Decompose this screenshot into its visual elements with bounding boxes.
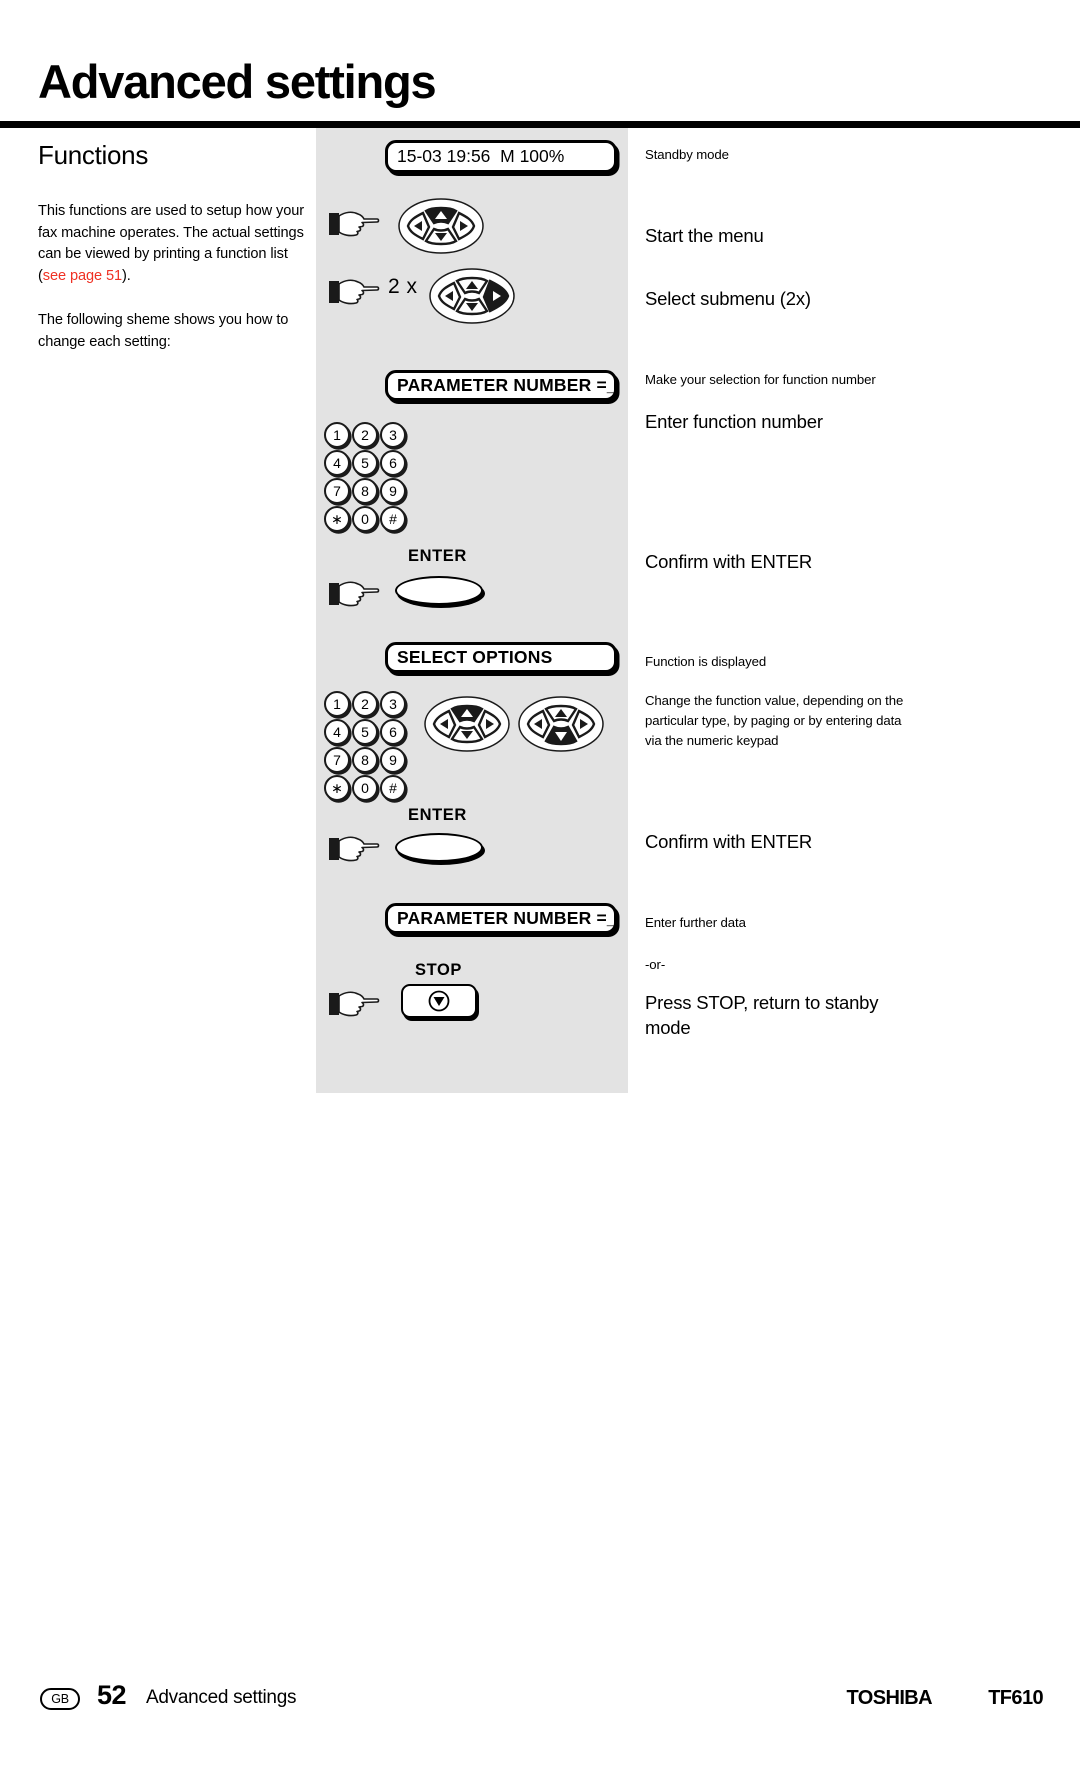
enter-button-2[interactable] xyxy=(395,833,483,862)
page-footer: GB 52 Advanced settings TOSHIBA TF610 xyxy=(0,1680,1080,1740)
repeat-count-label: 2 x xyxy=(388,275,418,298)
navpad-right-highlighted[interactable] xyxy=(429,268,515,324)
lcd-standby-display: 15-03 19:56 M 100% xyxy=(385,140,617,173)
section-title: Functions xyxy=(38,140,149,170)
key-6[interactable]: 6 xyxy=(380,719,406,745)
step-action-enter-function-number: Enter function number xyxy=(645,411,823,432)
key-5[interactable]: 5 xyxy=(352,450,378,476)
left-text-column: Functions This functions are used to set… xyxy=(38,140,310,376)
step-note-or: -or- xyxy=(645,957,666,972)
step-action-select-submenu: Select submenu (2x) xyxy=(645,288,811,309)
key-7[interactable]: 7 xyxy=(324,478,350,504)
key-star[interactable]: ∗ xyxy=(324,506,350,532)
hand-pointer-icon-1 xyxy=(328,208,380,240)
navpad-up-highlighted[interactable] xyxy=(398,198,484,254)
hand-pointer-icon-3 xyxy=(328,578,380,610)
stop-symbol-icon xyxy=(428,990,450,1012)
lcd-parameter-number-display-1: PARAMETER NUMBER =_ xyxy=(385,370,617,401)
scheme-paragraph: The following sheme shows you how to cha… xyxy=(38,312,289,350)
step-action-press-stop: Press STOP, return to stanby mode xyxy=(645,992,879,1038)
header-divider xyxy=(0,121,1080,128)
stop-button[interactable] xyxy=(401,984,477,1018)
key-star[interactable]: ∗ xyxy=(324,775,350,801)
enter-button-1[interactable] xyxy=(395,576,483,605)
step-action-confirm-enter-1: Confirm with ENTER xyxy=(645,551,813,572)
lcd-select-options-text: SELECT OPTIONS xyxy=(397,647,553,667)
key-0[interactable]: 0 xyxy=(352,775,378,801)
keypad-row: ∗ 0 # xyxy=(324,775,408,801)
see-page-link[interactable]: see page 51 xyxy=(43,268,122,284)
keypad-row: 1 2 3 xyxy=(324,422,408,448)
navpad-up-highlighted-2[interactable] xyxy=(424,696,510,752)
footer-section-name: Advanced settings xyxy=(146,1687,297,1708)
brand-name: TOSHIBA xyxy=(846,1687,933,1709)
key-hash[interactable]: # xyxy=(380,775,406,801)
model-name: TF610 xyxy=(988,1687,1043,1709)
key-3[interactable]: 3 xyxy=(380,691,406,717)
key-9[interactable]: 9 xyxy=(380,747,406,773)
lcd-select-options-display: SELECT OPTIONS xyxy=(385,642,617,673)
key-8[interactable]: 8 xyxy=(352,747,378,773)
stop-button-label: STOP xyxy=(415,961,463,979)
keypad-row: 1 2 3 xyxy=(324,691,408,717)
key-1[interactable]: 1 xyxy=(324,691,350,717)
keypad-row: 7 8 9 xyxy=(324,478,408,504)
lcd-parameter-number-text-1: PARAMETER NUMBER =_ xyxy=(397,375,617,395)
step-note-standby: Standby mode xyxy=(645,147,729,162)
key-8[interactable]: 8 xyxy=(352,478,378,504)
key-hash[interactable]: # xyxy=(380,506,406,532)
step-action-start-menu: Start the menu xyxy=(645,225,764,246)
keypad-row: 7 8 9 xyxy=(324,747,408,773)
lcd-standby-text: 15-03 19:56 M 100% xyxy=(397,146,565,166)
navpad-down-highlighted[interactable] xyxy=(518,696,604,752)
key-7[interactable]: 7 xyxy=(324,747,350,773)
enter-button-label-2: ENTER xyxy=(408,806,467,824)
manual-page: Advanced settings Functions This functio… xyxy=(0,0,1080,1773)
intro-paragraph: This functions are used to setup how you… xyxy=(38,201,310,287)
keypad-row: ∗ 0 # xyxy=(324,506,408,532)
step-action-confirm-enter-2: Confirm with ENTER xyxy=(645,831,813,852)
hand-pointer-icon-2 xyxy=(328,276,380,308)
lcd-parameter-number-display-2: PARAMETER NUMBER =_ xyxy=(385,903,617,934)
page-title: Advanced settings xyxy=(38,55,437,108)
page-number: 52 xyxy=(97,1680,127,1710)
key-2[interactable]: 2 xyxy=(352,691,378,717)
language-badge: GB xyxy=(40,1688,80,1710)
intro-paragraph-part2: ). xyxy=(122,267,131,284)
keypad-row: 4 5 6 xyxy=(324,450,408,476)
key-4[interactable]: 4 xyxy=(324,450,350,476)
key-1[interactable]: 1 xyxy=(324,422,350,448)
key-5[interactable]: 5 xyxy=(352,719,378,745)
key-9[interactable]: 9 xyxy=(380,478,406,504)
numeric-keypad-2[interactable]: 1 2 3 4 5 6 7 8 9 ∗ 0 # xyxy=(324,691,408,803)
step-note-enter-further-data: Enter further data xyxy=(645,915,746,930)
step-note-make-selection: Make your selection for function number xyxy=(645,372,876,387)
key-2[interactable]: 2 xyxy=(352,422,378,448)
hand-pointer-icon-5 xyxy=(328,988,380,1020)
key-3[interactable]: 3 xyxy=(380,422,406,448)
keypad-row: 4 5 6 xyxy=(324,719,408,745)
key-4[interactable]: 4 xyxy=(324,719,350,745)
key-6[interactable]: 6 xyxy=(380,450,406,476)
enter-button-label-1: ENTER xyxy=(408,547,467,565)
step-note-function-displayed: Function is displayed xyxy=(645,654,767,669)
hand-pointer-icon-4 xyxy=(328,833,380,865)
key-0[interactable]: 0 xyxy=(352,506,378,532)
procedure-diagram-panel: 15-03 19:56 M 100% 2 x PARAMETER NUMBER … xyxy=(316,128,628,1093)
step-note-change-value: Change the function value, depending on … xyxy=(645,693,904,748)
lcd-parameter-number-text-2: PARAMETER NUMBER =_ xyxy=(397,908,617,928)
numeric-keypad-1[interactable]: 1 2 3 4 5 6 7 8 9 ∗ 0 # xyxy=(324,422,408,534)
